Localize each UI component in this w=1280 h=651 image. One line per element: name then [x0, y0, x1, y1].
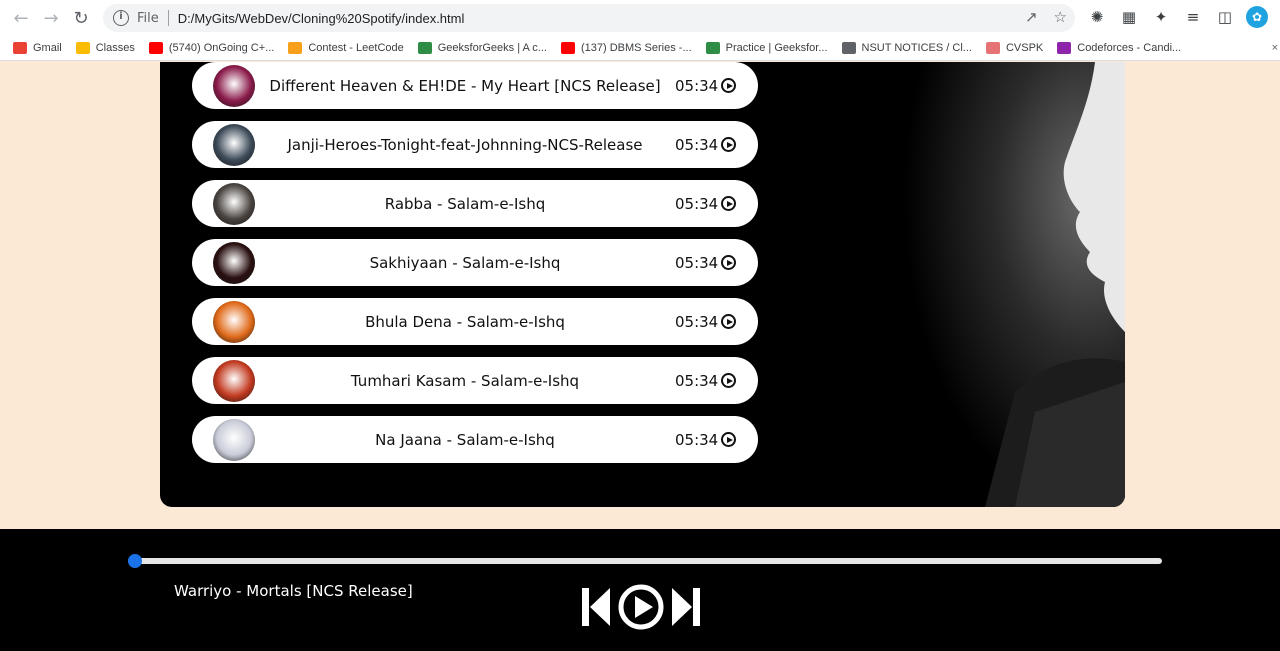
play-icon[interactable] [618, 584, 664, 630]
extension-icon[interactable]: ✺ [1086, 6, 1108, 28]
song-name: Rabba - Salam-e-Ishq [384, 194, 546, 213]
bookmark-item[interactable]: (5740) OnGoing C+... [148, 42, 275, 54]
bookmark-item[interactable]: CVSPK [985, 42, 1044, 54]
bookmark-favicon-icon [288, 42, 303, 54]
next-icon[interactable] [670, 586, 702, 628]
bookmark-label: Practice | Geeksfor... [725, 42, 828, 54]
bookmark-star-icon[interactable]: ☆ [1054, 8, 1067, 26]
bookmark-label: Classes [95, 42, 135, 54]
bookmark-item[interactable]: Gmail [13, 42, 62, 54]
bookmark-item[interactable]: Contest - LeetCode [288, 42, 404, 54]
file-label: File [137, 10, 159, 26]
bookmark-item[interactable]: NSUT NOTICES / Cl... [841, 42, 972, 54]
play-circle-icon[interactable] [721, 255, 736, 270]
play-circle-icon[interactable] [721, 432, 736, 447]
song-name: Bhula Dena - Salam-e-Ishq [365, 312, 565, 331]
puzzle-icon[interactable]: ✦ [1150, 6, 1172, 28]
bookmark-item[interactable]: GeeksforGeeks | A c... [417, 42, 547, 54]
bookmark-item[interactable]: Classes [75, 42, 135, 54]
progress-bar[interactable] [128, 554, 1162, 568]
song-container: Different Heaven & EH!DE - My Heart [NCS… [160, 62, 1125, 507]
bookmark-favicon-icon [841, 42, 856, 54]
song-cover-image [213, 418, 255, 461]
bookmark-favicon-icon [417, 42, 432, 54]
play-circle-icon[interactable] [721, 78, 736, 93]
bookmark-item[interactable]: Codeforces - Candi... [1057, 42, 1181, 54]
address-bar[interactable]: i File D:/MyGits/WebDev/Cloning%20Spotif… [103, 4, 1075, 32]
bookmark-favicon-icon [13, 42, 27, 54]
bookmark-favicon-icon [148, 42, 163, 54]
song-cover-image [213, 241, 255, 284]
song-cover-image [213, 359, 255, 402]
song-cover-image [213, 123, 255, 166]
back-icon[interactable]: ← [6, 3, 36, 33]
side-panel-icon[interactable]: ◫ [1214, 6, 1236, 28]
bookmarks-bar: Gmail Classes (5740) OnGoing C+... Contest … [0, 36, 1280, 61]
song-name: Different Heaven & EH!DE - My Heart [NCS… [269, 76, 661, 95]
song-duration: 05:34 [675, 253, 719, 272]
song-cover-image [213, 300, 255, 343]
background-image [865, 62, 1125, 507]
play-circle-icon[interactable] [721, 137, 736, 152]
bookmark-label: NSUT NOTICES / Cl... [861, 42, 972, 54]
forward-icon[interactable]: → [36, 3, 66, 33]
page-body: Different Heaven & EH!DE - My Heart [NCS… [0, 62, 1280, 651]
song-duration: 05:34 [675, 430, 719, 449]
now-playing-title: Warriyo - Mortals [NCS Release] [174, 582, 413, 600]
player-bar: Warriyo - Mortals [NCS Release] [0, 529, 1280, 651]
play-circle-icon[interactable] [721, 196, 736, 211]
bookmark-favicon-icon [560, 42, 575, 54]
song-name: Janji-Heroes-Tonight-feat-Johnning-NCS-R… [287, 135, 643, 154]
song-duration: 05:34 [675, 135, 719, 154]
song-item[interactable]: Rabba - Salam-e-Ishq 05:34 [192, 180, 758, 227]
bookmark-label: GeeksforGeeks | A c... [437, 42, 547, 54]
bookmark-label: Codeforces - Candi... [1077, 42, 1182, 54]
bookmark-label: (137) DBMS Series -... [580, 42, 692, 54]
play-circle-icon[interactable] [721, 314, 736, 329]
song-item[interactable]: Tumhari Kasam - Salam-e-Ishq 05:34 [192, 357, 758, 404]
song-name: Na Jaana - Salam-e-Ishq [375, 430, 555, 449]
bookmark-favicon-icon [1057, 42, 1072, 54]
bookmark-label: (5740) OnGoing C+... [168, 42, 275, 54]
bookmark-item[interactable]: Practice | Geeksfor... [705, 42, 828, 54]
progress-thumb[interactable] [128, 554, 142, 568]
song-name: Tumhari Kasam - Salam-e-Ishq [350, 371, 580, 390]
song-cover-image [213, 64, 255, 107]
bookmarks-overflow-icon[interactable]: × [1272, 42, 1278, 54]
song-item[interactable]: Bhula Dena - Salam-e-Ishq 05:34 [192, 298, 758, 345]
bookmark-favicon-icon [705, 42, 720, 54]
song-item[interactable]: Different Heaven & EH!DE - My Heart [NCS… [192, 62, 758, 109]
reading-list-icon[interactable]: ≡ [1182, 6, 1204, 28]
bookmark-label: Contest - LeetCode [308, 42, 404, 54]
song-cover-image [213, 182, 255, 225]
song-duration: 05:34 [675, 76, 719, 95]
song-item[interactable]: Janji-Heroes-Tonight-feat-Johnning-NCS-R… [192, 121, 758, 168]
reload-icon[interactable]: ↻ [66, 3, 96, 33]
url-text[interactable]: D:/MyGits/WebDev/Cloning%20Spotify/index… [178, 11, 465, 26]
bookmark-favicon-icon [75, 42, 90, 54]
profile-icon[interactable]: ✿ [1246, 6, 1268, 28]
bookmark-favicon-icon [985, 42, 1000, 54]
bookmark-label: Gmail [33, 42, 62, 54]
song-duration: 05:34 [675, 312, 719, 331]
share-icon[interactable]: ↗ [1025, 8, 1038, 26]
play-circle-icon[interactable] [721, 373, 736, 388]
bookmark-label: CVSPK [1005, 42, 1044, 54]
song-duration: 05:34 [675, 194, 719, 213]
info-icon[interactable]: i [113, 10, 129, 26]
media-icon[interactable]: ▦ [1118, 6, 1140, 28]
divider [167, 10, 169, 26]
song-item[interactable]: Na Jaana - Salam-e-Ishq 05:34 [192, 416, 758, 463]
song-duration: 05:34 [675, 371, 719, 390]
song-item[interactable]: Sakhiyaan - Salam-e-Ishq 05:34 [192, 239, 758, 286]
previous-icon[interactable] [580, 586, 612, 628]
browser-toolbar: ← → ↻ i File D:/MyGits/WebDev/Cloning%20… [0, 0, 1280, 36]
bookmark-item[interactable]: (137) DBMS Series -... [560, 42, 692, 54]
song-name: Sakhiyaan - Salam-e-Ishq [369, 253, 561, 272]
